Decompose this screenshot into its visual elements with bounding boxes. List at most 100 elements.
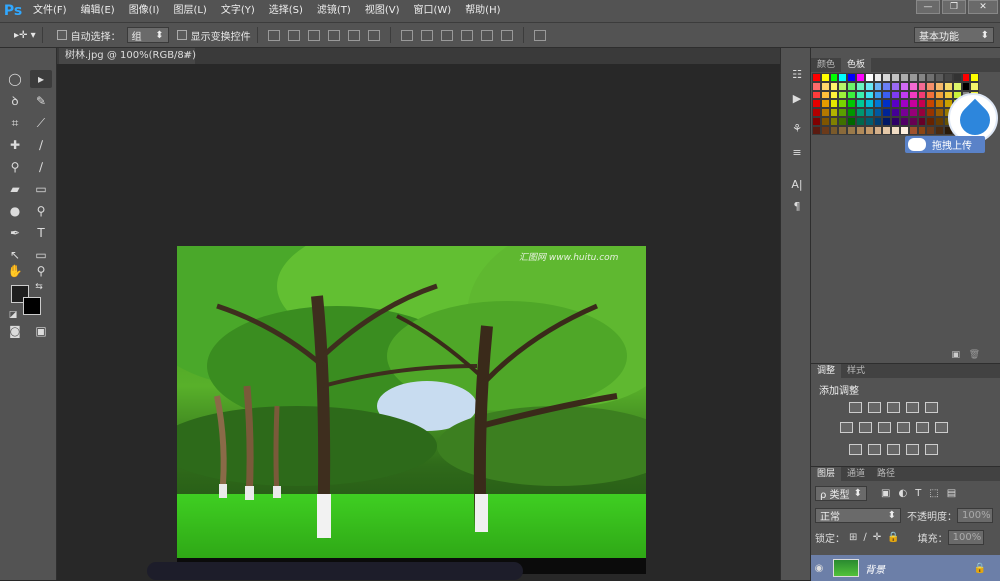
blend-mode-dropdown[interactable]: 正常 ⬍ (815, 507, 901, 523)
color-swatch[interactable] (917, 99, 927, 109)
color-swatch[interactable] (899, 108, 909, 117)
curves-icon[interactable] (887, 402, 900, 413)
hue-saturation-icon[interactable] (840, 422, 853, 433)
color-swatch[interactable] (838, 116, 848, 126)
color-swatch[interactable] (847, 81, 856, 91)
color-swatch[interactable] (829, 125, 839, 135)
color-swatch[interactable] (899, 90, 909, 100)
color-swatch[interactable] (873, 125, 883, 135)
align-hcenter-icon[interactable] (347, 29, 360, 41)
menu-filter[interactable]: 滤镜(T) (310, 0, 358, 22)
brush-tool-icon[interactable]: ∕ (30, 136, 52, 154)
fill-input[interactable]: 100% (947, 529, 984, 545)
color-swatch[interactable] (882, 90, 892, 100)
color-swatch[interactable] (838, 108, 848, 117)
quick-select-tool-icon[interactable]: ✎ (30, 92, 52, 110)
color-swatch[interactable] (847, 90, 856, 100)
selective-color-icon[interactable] (906, 444, 919, 455)
levels-icon[interactable] (868, 402, 881, 413)
character-panel-icon[interactable]: A| (789, 178, 805, 192)
restore-button[interactable]: ❐ (942, 0, 966, 14)
menu-image[interactable]: 图像(I) (122, 0, 167, 22)
exposure-icon[interactable] (906, 402, 919, 413)
color-swatch[interactable] (882, 116, 892, 126)
swap-colors-icon[interactable]: ⇆ (28, 278, 50, 296)
color-swatch[interactable] (943, 73, 953, 82)
color-swatch[interactable] (847, 116, 856, 126)
color-swatch[interactable] (864, 99, 874, 109)
color-swatch[interactable] (847, 108, 856, 117)
lock-position-icon[interactable]: ✛ (873, 532, 881, 543)
color-swatch[interactable] (908, 125, 918, 135)
tab-adjustments[interactable]: 调整 (811, 364, 842, 378)
color-swatch[interactable] (908, 116, 918, 126)
color-swatch[interactable] (873, 116, 883, 126)
distribute-left-icon[interactable] (460, 29, 473, 41)
color-swatch[interactable] (926, 73, 936, 82)
tab-paths[interactable]: 路径 (871, 467, 901, 481)
color-swatch[interactable] (917, 116, 927, 126)
color-swatch[interactable] (926, 125, 936, 135)
paragraph-panel-icon[interactable]: ¶ (789, 200, 805, 214)
color-swatch[interactable] (970, 81, 980, 91)
brightness-icon[interactable] (849, 402, 862, 413)
color-swatch[interactable] (864, 108, 874, 117)
lock-pixels-icon[interactable]: ∕ (863, 532, 866, 543)
workspace-dropdown[interactable]: 基本功能 ⬍ (914, 27, 994, 43)
color-swatch[interactable] (891, 108, 900, 117)
color-swatch[interactable] (829, 90, 839, 100)
color-swatch[interactable] (891, 90, 900, 100)
color-swatch[interactable] (855, 125, 865, 135)
type-filter-icon[interactable]: T (915, 488, 921, 499)
canvas-area[interactable]: 汇图网 www.huitu.com (57, 64, 780, 580)
black-white-icon[interactable] (878, 422, 891, 433)
photo-filter-icon[interactable] (897, 422, 910, 433)
visibility-eye-icon[interactable]: ◉ (811, 563, 827, 574)
color-swatch[interactable] (873, 73, 883, 82)
color-swatch[interactable] (829, 116, 839, 126)
color-swatch[interactable] (855, 116, 865, 126)
menu-window[interactable]: 窗口(W) (406, 0, 458, 22)
color-swatch[interactable] (873, 99, 883, 109)
color-swatch[interactable] (820, 81, 830, 91)
color-swatch[interactable] (926, 99, 936, 109)
auto-align-icon[interactable] (533, 29, 546, 41)
color-swatch[interactable] (943, 90, 953, 100)
color-swatch[interactable] (847, 99, 856, 109)
color-swatch[interactable] (891, 116, 900, 126)
color-swatch[interactable] (864, 116, 874, 126)
crop-tool-icon[interactable]: ⌗ (4, 114, 26, 132)
color-swatch[interactable] (812, 81, 821, 91)
channel-mixer-icon[interactable] (916, 422, 929, 433)
color-swatch[interactable] (891, 81, 900, 91)
menu-edit[interactable]: 编辑(E) (74, 0, 122, 22)
background-color-swatch[interactable] (23, 297, 41, 315)
tab-styles[interactable]: 样式 (841, 364, 871, 378)
document-tab[interactable]: 树林.jpg @ 100%(RGB/8#) × (59, 48, 196, 64)
gradient-tool-icon[interactable]: ▭ (30, 180, 52, 198)
color-swatch[interactable] (935, 116, 944, 126)
color-swatch[interactable] (935, 90, 944, 100)
color-swatch[interactable] (820, 116, 830, 126)
color-lookup-icon[interactable] (935, 422, 948, 433)
color-swatch[interactable] (908, 108, 918, 117)
color-swatch[interactable] (812, 73, 821, 82)
marquee-tool-icon[interactable]: ◯ (4, 70, 26, 88)
eraser-tool-icon[interactable]: ▰ (4, 180, 26, 198)
color-swatch[interactable] (917, 108, 927, 117)
color-swatch[interactable] (908, 99, 918, 109)
color-swatch[interactable] (855, 90, 865, 100)
color-swatch[interactable] (891, 99, 900, 109)
history-panel-icon[interactable]: ☷ (789, 68, 805, 82)
color-swatch[interactable] (847, 125, 856, 135)
color-swatch[interactable] (952, 81, 962, 91)
color-swatch[interactable] (855, 73, 865, 82)
show-transform-checkbox[interactable] (176, 30, 187, 40)
color-swatch[interactable] (891, 73, 900, 82)
color-swatch[interactable] (935, 125, 944, 135)
color-swatch[interactable] (873, 90, 883, 100)
color-swatch[interactable] (899, 81, 909, 91)
color-swatch[interactable] (882, 99, 892, 109)
color-swatch[interactable] (926, 108, 936, 117)
align-right-icon[interactable] (367, 29, 380, 41)
